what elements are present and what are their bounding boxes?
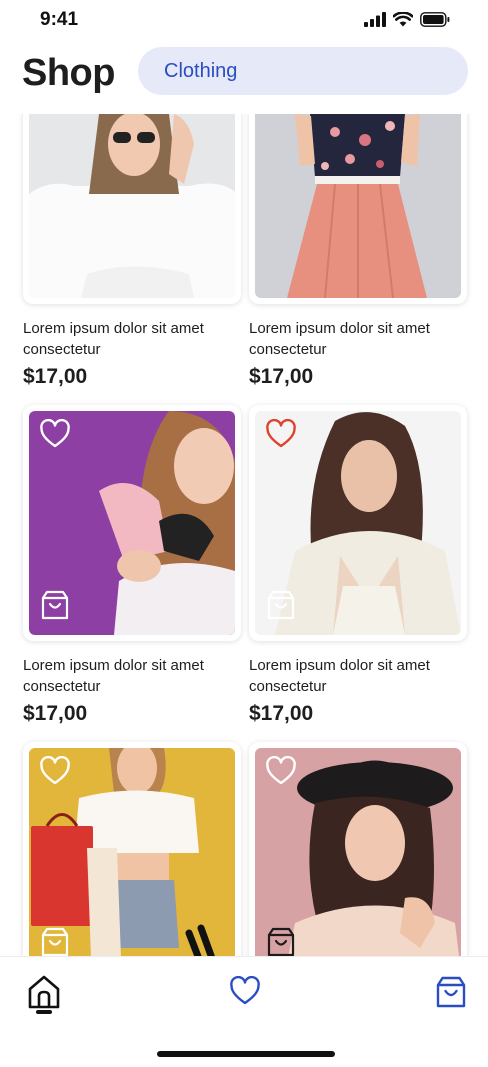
product-image-frame [23, 405, 241, 641]
header: Shop Clothing [0, 40, 488, 114]
product-image-frame [249, 742, 467, 956]
home-indicator[interactable] [157, 1051, 335, 1057]
bottom-nav [0, 956, 488, 1067]
shopping-bag-icon[interactable] [39, 589, 71, 621]
status-icons [364, 12, 450, 27]
signal-icon [364, 12, 386, 27]
product-image[interactable] [29, 114, 235, 298]
favorite-heart-icon[interactable] [265, 756, 297, 786]
product-image-frame [249, 405, 467, 641]
product-image[interactable] [255, 748, 461, 956]
wifi-icon [393, 12, 413, 27]
status-bar: 9:41 [0, 0, 488, 40]
product-image[interactable] [255, 114, 461, 298]
product-image[interactable] [29, 748, 235, 956]
page-title: Shop [22, 52, 115, 94]
shopping-bag-icon[interactable] [39, 926, 71, 956]
product-image-frame [23, 114, 241, 304]
product-name: Lorem ipsum dolor sit amet consectetur [23, 657, 204, 695]
product-grid-scroll[interactable]: Lorem ipsum dolor sit amet consectetur $… [0, 114, 488, 956]
product-image[interactable] [255, 411, 461, 635]
product-price: $17,00 [23, 365, 88, 388]
product-image-frame [23, 742, 241, 956]
shopping-bag-icon[interactable] [435, 975, 467, 1009]
favorite-heart-icon[interactable] [265, 419, 297, 449]
home-icon[interactable] [27, 974, 61, 1014]
product-name: Lorem ipsum dolor sit amet consectetur [249, 657, 430, 695]
status-time: 9:41 [40, 9, 79, 30]
category-filter-chip[interactable]: Clothing [138, 47, 468, 95]
active-tab-indicator [36, 1010, 52, 1014]
battery-icon [420, 12, 450, 27]
product-image-frame [249, 114, 467, 304]
product-image[interactable] [29, 411, 235, 635]
product-price: $17,00 [249, 702, 314, 725]
favorite-heart-icon[interactable] [39, 756, 71, 786]
product-name: Lorem ipsum dolor sit amet consectetur [23, 320, 204, 358]
product-price: $17,00 [23, 702, 88, 725]
shopping-bag-icon[interactable] [265, 926, 297, 956]
shopping-bag-icon[interactable] [265, 589, 297, 621]
product-name: Lorem ipsum dolor sit amet consectetur [249, 320, 430, 358]
product-price: $17,00 [249, 365, 314, 388]
heart-icon[interactable] [229, 976, 261, 1006]
favorite-heart-icon[interactable] [39, 419, 71, 449]
